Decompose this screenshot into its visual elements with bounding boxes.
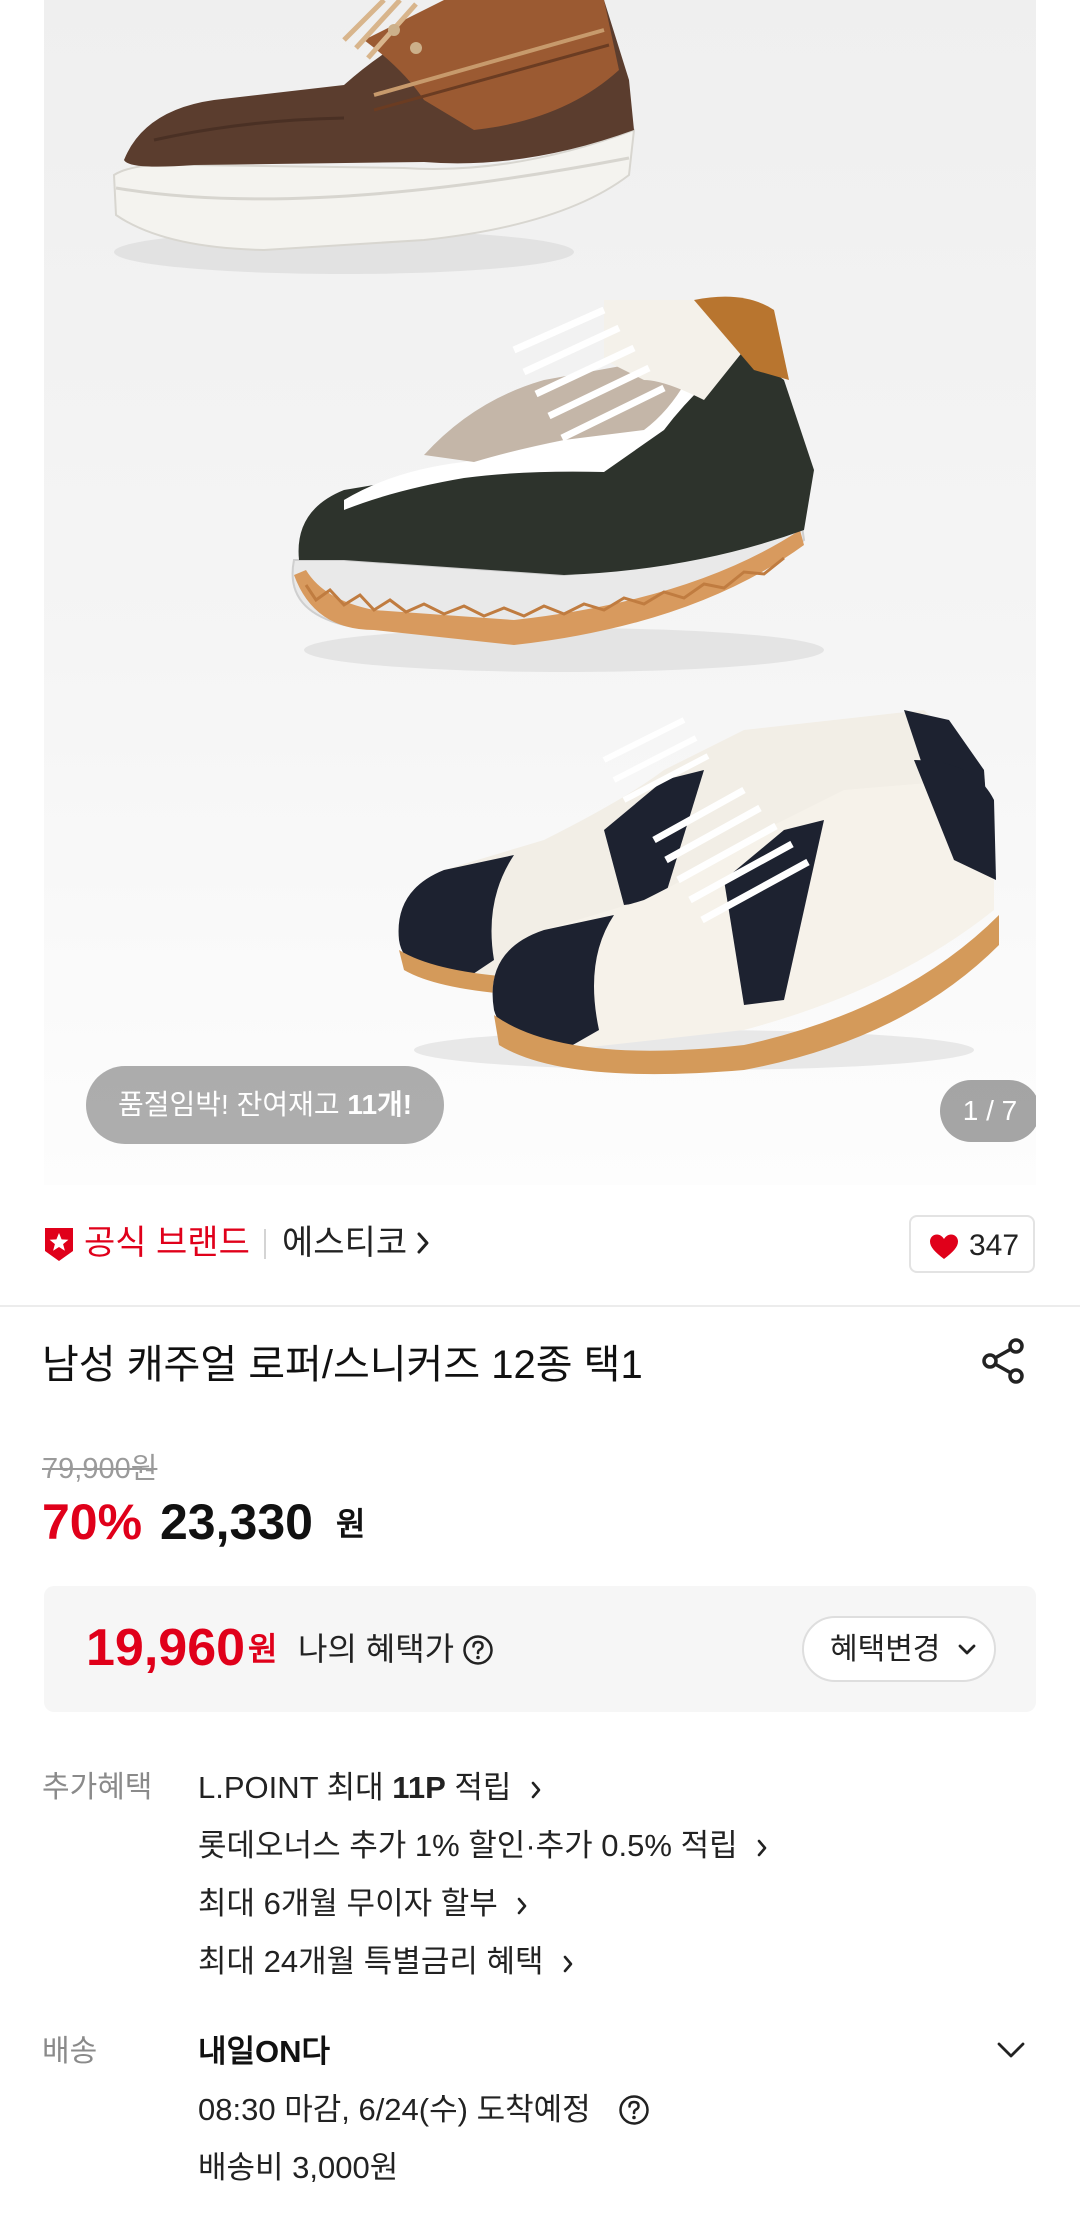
change-benefit-button[interactable]: 혜택변경 [802, 1616, 996, 1682]
low-stock-badge: 품절임박! 잔여재고 11개! [86, 1066, 445, 1144]
like-button[interactable]: 347 [909, 1215, 1035, 1273]
delivery-eta: 08:30 마감, 6/24(수) 도착예정 [198, 2092, 591, 2127]
like-count: 347 [969, 1229, 1020, 1262]
extra-benefits-label: 추가혜택 [42, 1771, 153, 1804]
product-image-gallery[interactable]: 품절임박! 잔여재고 11개! 1 / 7 [44, 0, 1036, 1185]
benefit-price-label: 나의 혜택가 [298, 1631, 455, 1667]
benefit-lpoint-link[interactable]: L.POINT 최대 11P 적립 [198, 1768, 542, 1808]
delivery-label: 배송 [42, 2035, 98, 2068]
benefit-text: 롯데오너스 추가 1% 할인·추가 0.5% 적립 [198, 1828, 738, 1863]
brown-loafer-shoe [112, 0, 636, 274]
sale-price: 23,330 [160, 1494, 313, 1550]
chevron-right-icon [563, 1955, 573, 1973]
chevron-down-icon[interactable] [996, 2040, 1026, 2060]
benefit-text: 최대 24개월 특별금리 혜택 [198, 1944, 544, 1979]
my-benefit-price-box: 19,960 원 나의 혜택가 혜택변경 [44, 1586, 1036, 1712]
discount-rate: 70% [42, 1494, 143, 1550]
sneaker-product-image [112, 0, 999, 1075]
change-benefit-label: 혜택변경 [830, 1633, 941, 1666]
benefit-text: 최대 6개월 무이자 할부 [198, 1886, 498, 1921]
question-circle-icon[interactable] [462, 1634, 494, 1666]
product-title: 남성 캐주얼 로퍼/스니커즈 12종 택1 [42, 1343, 643, 1387]
heart-icon [930, 1234, 958, 1259]
brand-divider [264, 1229, 266, 1259]
original-price: 79,900원 [42, 1453, 158, 1485]
sale-price-unit: 원 [336, 1506, 366, 1542]
benefit-highlight: 11P [392, 1770, 446, 1805]
benefit-text: L.POINT 최대 [198, 1770, 393, 1805]
chevron-right-icon [757, 1839, 767, 1857]
benefit-text: 적립 [445, 1770, 512, 1805]
official-brand-badge-icon [45, 1228, 73, 1261]
chevron-down-icon [958, 1644, 976, 1655]
benefit-lotte-owners-link[interactable]: 롯데오너스 추가 1% 할인·추가 0.5% 적립 [198, 1826, 768, 1866]
image-page-indicator: 1 / 7 [940, 1080, 1036, 1142]
official-brand-label: 공식 브랜드 [84, 1224, 250, 1262]
brand-name-link[interactable]: 에스티코 [282, 1221, 407, 1265]
benefit-price-unit: 원 [248, 1631, 278, 1667]
green-runner-shoe [291, 296, 824, 672]
benefit-special-rate-link[interactable]: 최대 24개월 특별금리 혜택 [198, 1942, 574, 1982]
chevron-right-icon [518, 1897, 527, 1915]
share-icon[interactable] [978, 1336, 1028, 1386]
low-stock-count: 11개! [347, 1089, 413, 1120]
delivery-fee: 배송비 3,000원 [198, 2150, 399, 2185]
chevron-right-icon [531, 1781, 541, 1799]
chevron-right-icon[interactable] [416, 1231, 430, 1255]
benefit-installment-link[interactable]: 최대 6개월 무이자 할부 [198, 1884, 528, 1924]
question-circle-icon[interactable] [618, 2094, 650, 2126]
low-stock-text: 품절임박! 잔여재고 [118, 1089, 348, 1120]
brand-row: 공식 브랜드 에스티코 347 [0, 1185, 1080, 1307]
benefit-price: 19,960 [86, 1619, 246, 1677]
delivery-service-name: 내일ON다 [198, 2034, 331, 2069]
navy-retro-sneakers [398, 710, 999, 1075]
